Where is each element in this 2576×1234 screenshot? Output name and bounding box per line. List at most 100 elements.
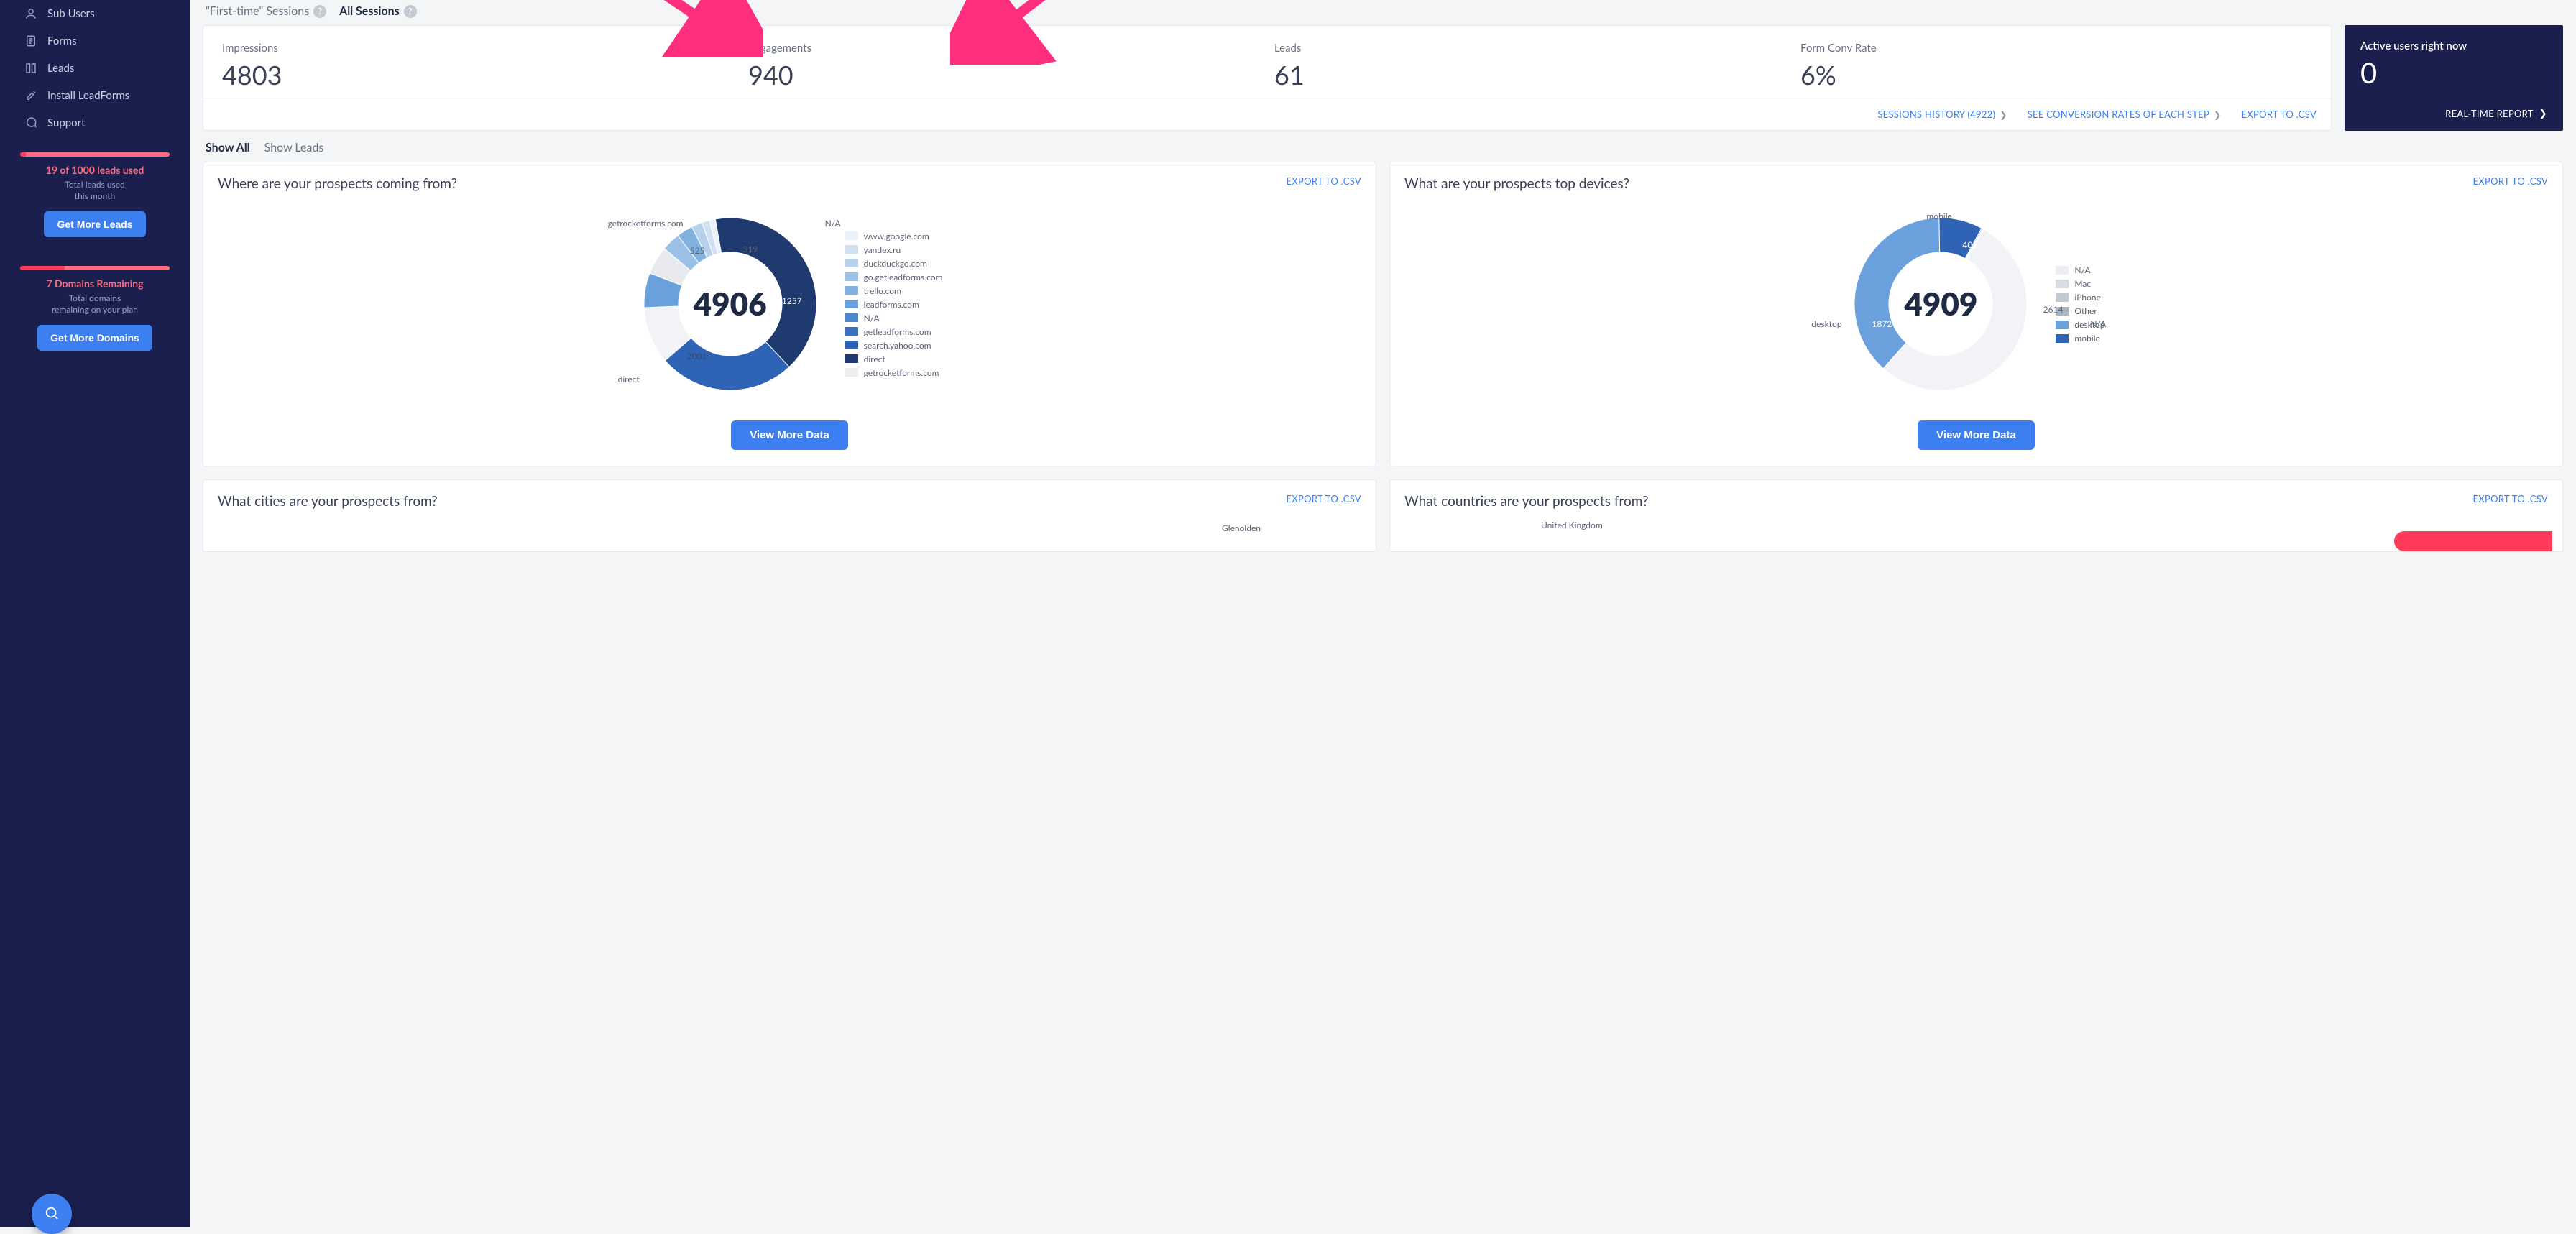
val-401: 401 xyxy=(1962,239,1977,250)
conversion-steps-link[interactable]: SEE CONVERSION RATES OF EACH STEP ❯ xyxy=(2028,109,2222,120)
export-kpi-link[interactable]: EXPORT TO .CSV xyxy=(2241,109,2317,120)
domains-usage-title: 7 Domains Remaining xyxy=(20,277,170,290)
document-icon xyxy=(24,34,37,47)
panel-title: What cities are your prospects from? xyxy=(218,493,438,510)
panel-title: What are your prospects top devices? xyxy=(1404,175,1629,192)
get-more-domains-button[interactable]: Get More Domains xyxy=(37,325,152,351)
export-sources-link[interactable]: EXPORT TO .CSV xyxy=(1286,175,1361,187)
legend-item: getrocketforms.com xyxy=(845,366,943,379)
val-1872: 1872 xyxy=(1872,318,1892,329)
legend-item: search.yahoo.com xyxy=(845,339,943,352)
val-525: 525 xyxy=(690,245,705,256)
devices-total: 4909 xyxy=(1847,211,2034,397)
main: "First-time" Sessions ? All Sessions ? xyxy=(190,0,2576,1227)
realtime-card: Active users right now 0 REAL-TIME REPOR… xyxy=(2345,25,2563,131)
legend-item: go.getleadforms.com xyxy=(845,270,943,284)
help-fab[interactable] xyxy=(32,1194,72,1234)
export-cities-link[interactable]: EXPORT TO .CSV xyxy=(1286,493,1361,505)
wrench-icon xyxy=(24,89,37,102)
realtime-value: 0 xyxy=(2360,55,2547,90)
search-icon xyxy=(44,1205,60,1223)
legend-item: getleadforms.com xyxy=(845,325,943,339)
kpi-engagements: Engagements 940 xyxy=(748,42,1260,91)
view-more-devices-button[interactable]: View More Data xyxy=(1918,420,2035,450)
filter-row: Show All Show Leads xyxy=(203,131,2563,162)
tab-first-time[interactable]: "First-time" Sessions ? xyxy=(206,4,326,18)
realtime-label: Active users right now xyxy=(2360,40,2547,52)
legend-item: direct xyxy=(845,352,943,366)
nav-support[interactable]: Support xyxy=(0,109,190,137)
legend-item: duckduckgo.com xyxy=(845,257,943,270)
panel-devices: What are your prospects top devices? EXP… xyxy=(1389,162,2563,466)
panel-title: Where are your prospects coming from? xyxy=(218,175,457,192)
callout-getrocketforms: getrocketforms.com xyxy=(608,218,684,229)
legend-item: Mac xyxy=(2056,277,2104,290)
nav-label: Support xyxy=(47,116,86,129)
filter-show-leads[interactable]: Show Leads xyxy=(264,141,324,155)
legend-item: Other xyxy=(2056,304,2104,318)
panel-sources: Where are your prospects coming from? EX… xyxy=(203,162,1376,466)
chevron-right-icon: ❯ xyxy=(2000,109,2007,120)
chevron-right-icon: ❯ xyxy=(2214,109,2221,120)
panel-cities: What cities are your prospects from? EXP… xyxy=(203,479,1376,552)
callout-direct: direct xyxy=(618,374,640,385)
val-2001: 2001 xyxy=(687,351,707,362)
sessions-history-link[interactable]: SESSIONS HISTORY (4922) ❯ xyxy=(1877,109,2007,120)
sidebar: Sub Users Forms Leads Install LeadForms … xyxy=(0,0,190,1227)
val-319: 319 xyxy=(743,244,758,254)
nav-install[interactable]: Install LeadForms xyxy=(0,82,190,109)
panel-title: What countries are your prospects from? xyxy=(1404,493,1648,510)
export-countries-link[interactable]: EXPORT TO .CSV xyxy=(2472,493,2548,505)
view-more-sources-button[interactable]: View More Data xyxy=(731,420,848,450)
red-pill-button[interactable] xyxy=(2394,531,2552,551)
legend-item: N/A xyxy=(2056,263,2104,277)
kpi-impressions: Impressions 4803 xyxy=(222,42,734,91)
realtime-report-link[interactable]: REAL-TIME REPORT ❯ xyxy=(2445,107,2547,119)
callout-na: N/A xyxy=(2090,318,2106,329)
callout-na: N/A xyxy=(825,218,841,229)
nav-label: Sub Users xyxy=(47,7,95,20)
sources-legend: www.google.comyandex.ruduckduckgo.comgo.… xyxy=(845,229,943,379)
help-icon[interactable]: ? xyxy=(313,5,326,18)
leads-usage-title: 19 of 1000 leads used xyxy=(20,164,170,176)
legend-item: leadforms.com xyxy=(845,298,943,311)
kpi-leads: Leads 61 xyxy=(1274,42,1786,91)
chat-icon xyxy=(24,116,37,129)
domains-usage-sub: Total domainsremaining on your plan xyxy=(20,293,170,315)
callout-desktop: desktop xyxy=(1811,318,1841,329)
val-1257: 1257 xyxy=(782,295,802,306)
leads-usage: 19 of 1000 leads used Total leads usedth… xyxy=(0,145,190,237)
legend-item: N/A xyxy=(845,311,943,325)
val-2614: 2614 xyxy=(2043,304,2064,315)
chevron-right-icon: ❯ xyxy=(2539,107,2547,119)
devices-donut: 4909 mobile desktop 401 1872 2614 N/A xyxy=(1847,211,2034,397)
tab-all-sessions[interactable]: All Sessions ? xyxy=(339,4,417,18)
leads-icon xyxy=(24,62,37,75)
panel-countries: What countries are your prospects from? … xyxy=(1389,479,2563,552)
help-icon[interactable]: ? xyxy=(404,5,417,18)
domains-usage: 7 Domains Remaining Total domainsremaini… xyxy=(0,259,190,351)
legend-item: trello.com xyxy=(845,284,943,298)
export-devices-link[interactable]: EXPORT TO .CSV xyxy=(2472,175,2548,187)
nav-label: Install LeadForms xyxy=(47,89,129,102)
kpi-conv-rate: Form Conv Rate 6% xyxy=(1800,42,2312,91)
legend-item: www.google.com xyxy=(845,229,943,243)
session-tabs: "First-time" Sessions ? All Sessions ? xyxy=(203,0,2563,25)
legend-item: mobile xyxy=(2056,331,2104,345)
callout-city: Glenolden xyxy=(1222,522,1261,533)
kpi-card: Impressions 4803 Engagements 940 Leads 6… xyxy=(203,25,2332,131)
nav-forms[interactable]: Forms xyxy=(0,27,190,55)
nav-sub-users[interactable]: Sub Users xyxy=(0,0,190,27)
leads-usage-sub: Total leads usedthis month xyxy=(20,179,170,201)
domains-progress xyxy=(20,266,170,270)
legend-item: iPhone xyxy=(2056,290,2104,304)
user-icon xyxy=(24,7,37,20)
filter-show-all[interactable]: Show All xyxy=(206,141,250,155)
get-more-leads-button[interactable]: Get More Leads xyxy=(44,211,145,237)
callout-mobile: mobile xyxy=(1926,211,1951,221)
nav-label: Leads xyxy=(47,62,74,75)
nav-label: Forms xyxy=(47,34,77,47)
nav-leads[interactable]: Leads xyxy=(0,55,190,82)
devices-legend: N/AMaciPhoneOtherdesktopmobile xyxy=(2056,263,2104,345)
sources-donut: 4906 getrocketforms.com N/A direct 525 3… xyxy=(637,211,824,397)
